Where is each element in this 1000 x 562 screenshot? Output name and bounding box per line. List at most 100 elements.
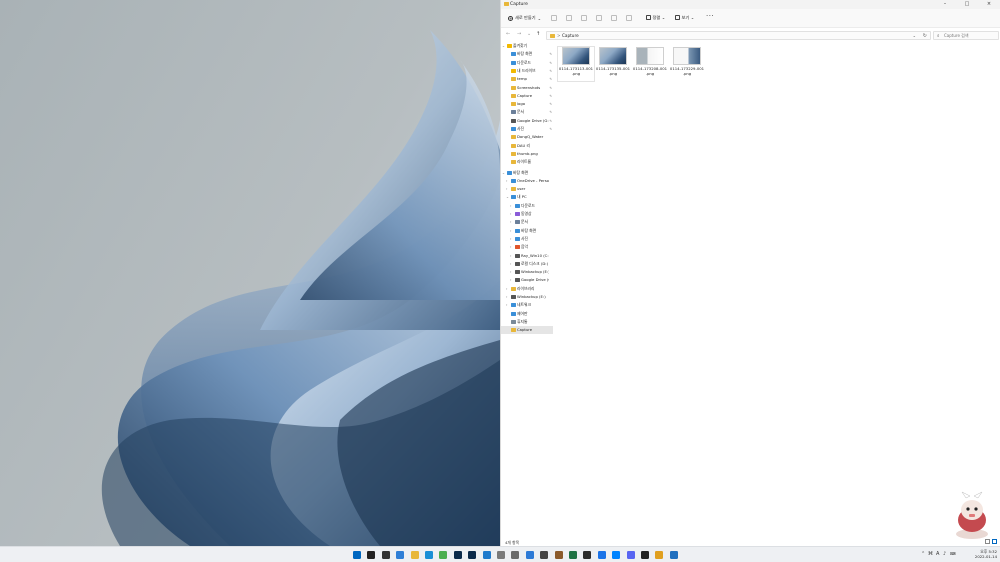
nav-pinned-item[interactable]: logo ✎ — [501, 100, 553, 108]
language-indicator[interactable]: A — [936, 551, 939, 557]
address-input[interactable]: > Capture ⌄ ↻ — [546, 30, 931, 40]
vscode-icon[interactable] — [482, 551, 491, 559]
loading-icon[interactable] — [525, 551, 534, 559]
breadcrumb-capture[interactable]: Capture — [562, 33, 579, 38]
nav-pinned-item[interactable]: 내 드라이브 ✎ — [501, 67, 553, 75]
keyboard-icon[interactable]: ⌨ — [950, 551, 956, 556]
nav-pinned-item[interactable]: 사진 ✎ — [501, 125, 553, 133]
nav-pc-item[interactable]: › Ray_Win10 (C:) — [501, 252, 553, 260]
chevron-right-icon[interactable]: › — [510, 235, 511, 243]
task-view-icon[interactable] — [381, 551, 390, 559]
browser-icon[interactable] — [597, 551, 606, 559]
chevron-down-icon[interactable]: ⌄ — [502, 42, 505, 50]
nav-pc-item[interactable]: › 바탕 화면 — [501, 227, 553, 235]
chevron-right-icon[interactable]: › — [510, 227, 511, 235]
file-thumbnail[interactable]: 0114-173135-001 .png — [595, 47, 631, 81]
widgets-icon[interactable] — [396, 551, 405, 559]
edge-icon[interactable] — [425, 551, 433, 559]
chevron-right-icon[interactable]: › — [506, 293, 507, 301]
file-thumbnail[interactable]: 0114-173229-001 .png — [669, 47, 705, 81]
chevron-right-icon[interactable]: › — [506, 177, 507, 185]
nav-recent-item[interactable]: 라이트룸 — [501, 158, 553, 166]
chevron-right-icon[interactable]: › — [506, 185, 507, 193]
file-explorer-icon[interactable] — [410, 551, 419, 559]
close-button[interactable]: × — [978, 0, 1000, 9]
nav-pc-item[interactable]: › 문서 — [501, 218, 553, 226]
sort-button[interactable]: 정렬 ⌄ — [646, 15, 665, 21]
chevron-right-icon[interactable]: › — [510, 243, 511, 251]
nav-tail-item[interactable]: › Winbackup (E:) — [501, 293, 553, 301]
chevron-right-icon[interactable]: › — [510, 202, 511, 210]
search-box[interactable]: ⌕ — [933, 30, 999, 40]
nav-pinned-item[interactable]: 문서 ✎ — [501, 108, 553, 116]
excel-icon[interactable] — [569, 551, 577, 559]
minimize-button[interactable]: – — [934, 0, 956, 9]
nav-tail-item[interactable]: › 라이브러리 — [501, 285, 553, 293]
chevron-right-icon[interactable]: › — [510, 260, 511, 268]
chevron-right-icon[interactable]: › — [510, 268, 511, 276]
chevron-up-icon[interactable]: ⌃ — [921, 551, 925, 557]
nav-pc-item[interactable]: › Google Drive (G:) — [501, 276, 553, 284]
nav-recent-item[interactable]: DAU 리 — [501, 142, 553, 150]
nav-pc-item[interactable]: › 다운로드 — [501, 202, 553, 210]
app-icon[interactable] — [540, 551, 549, 559]
nav-tail-item[interactable]: Capture — [501, 326, 553, 335]
media-icon[interactable] — [641, 551, 649, 559]
volume-icon[interactable]: ♪ — [943, 551, 946, 557]
clock[interactable]: 오후 5:32 2022-01-14 — [975, 549, 997, 559]
recent-locations-icon[interactable]: ⌄ — [527, 31, 531, 37]
copy-icon[interactable] — [566, 15, 572, 21]
nav-tail-item[interactable]: 휴지통 — [501, 318, 553, 326]
messenger-icon[interactable] — [612, 551, 621, 559]
refresh-icon[interactable]: ↻ — [923, 33, 927, 39]
delete-icon[interactable] — [626, 15, 632, 21]
chevron-right-icon[interactable]: › — [510, 252, 511, 260]
settings-icon[interactable] — [511, 551, 520, 559]
chevron-right-icon[interactable]: › — [506, 301, 507, 309]
terminal-icon[interactable] — [583, 551, 592, 559]
up-arrow-icon[interactable]: ↑ — [536, 31, 540, 37]
photoshop-icon[interactable] — [453, 551, 462, 559]
paste-icon[interactable] — [581, 15, 587, 21]
nav-this-pc[interactable]: ⌄ 내 PC — [501, 193, 553, 201]
maximize-button[interactable]: □ — [956, 0, 978, 9]
nav-pc-item[interactable]: › 동영상 — [501, 210, 553, 218]
discord-icon[interactable] — [626, 551, 635, 559]
view-button[interactable]: 보기 ⌄ — [675, 15, 694, 21]
file-thumbnail[interactable]: 0114-173208-001 .png — [632, 47, 668, 81]
chevron-right-icon[interactable]: › — [510, 210, 511, 218]
lightroom-icon[interactable] — [468, 551, 477, 559]
nav-pinned-item[interactable]: Capture ✎ — [501, 92, 553, 100]
nav-pinned-item[interactable]: 바탕 화면 ✎ — [501, 50, 553, 58]
notes-icon[interactable] — [497, 551, 505, 559]
chrome-icon[interactable] — [439, 551, 448, 559]
nav-desktop[interactable]: ⌄ 바탕 화면 — [501, 169, 553, 177]
nav-pc-item[interactable]: › 로컬 디스크 (D:) — [501, 260, 553, 268]
nav-quick-access[interactable]: ⌄ 즐겨찾기 — [501, 42, 553, 50]
file-thumbnail[interactable]: 0114-173113-001 .png — [557, 46, 595, 82]
search-input[interactable] — [944, 32, 994, 39]
nav-pinned-item[interactable]: 다운로드 ✎ — [501, 59, 553, 67]
forward-arrow-icon[interactable]: → — [517, 31, 521, 37]
nav-recent-item[interactable]: thumb.png — [501, 150, 553, 158]
nav-pc-item[interactable]: › 사진 — [501, 235, 553, 243]
nav-pc-item[interactable]: › Winbackup (E:) — [501, 268, 553, 276]
chevron-right-icon[interactable]: › — [510, 218, 511, 226]
nav-recent-item[interactable]: DongQ_Water — [501, 133, 553, 141]
back-arrow-icon[interactable]: ← — [506, 31, 510, 37]
file-explorer-window[interactable]: Capture – □ × + 새로 만들기 ⌄ 정렬 ⌄ 보기 ⌄ ··· ←… — [500, 0, 1000, 546]
chevron-right-icon[interactable]: › — [510, 276, 511, 284]
rename-icon[interactable] — [596, 15, 602, 21]
cut-icon[interactable] — [551, 15, 557, 21]
nav-pc-item[interactable]: › 음악 — [501, 243, 553, 251]
game-icon[interactable] — [554, 551, 563, 559]
chevron-down-icon[interactable]: ⌄ — [506, 193, 509, 201]
chevron-down-icon[interactable]: ⌄ — [913, 33, 916, 38]
chevron-right-icon[interactable]: › — [506, 285, 507, 293]
nav-user[interactable]: › user — [501, 185, 553, 193]
nav-pinned-item[interactable]: temp ✎ — [501, 75, 553, 83]
nav-onedrive[interactable]: › OneDrive - Person — [501, 177, 553, 185]
new-button[interactable]: + 새로 만들기 ⌄ — [505, 13, 544, 23]
share-icon[interactable] — [611, 15, 617, 21]
file-list[interactable]: 0114-173113-001 .png 0114-173135-001 .png 01… — [556, 42, 996, 536]
